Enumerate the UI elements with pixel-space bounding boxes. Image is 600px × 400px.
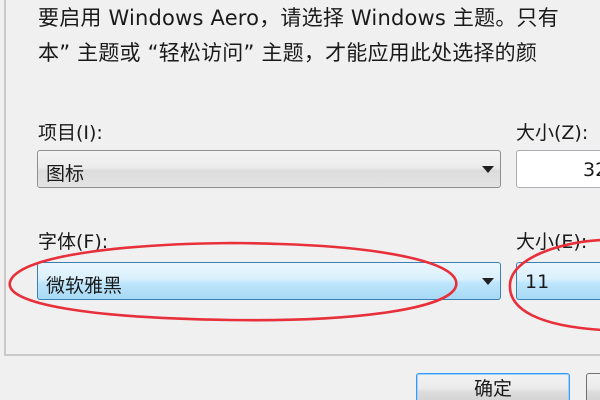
font-dropdown-value: 微软雅黑 (46, 275, 123, 297)
font-size-label: 大小(E): (516, 231, 588, 253)
font-size-value: 11 (525, 271, 550, 293)
item-size-value: 32 (583, 159, 600, 181)
description-line-1: 要启用 Windows Aero，请选择 Windows 主题。只有 (38, 6, 559, 30)
item-dropdown-value: 图标 (46, 163, 85, 185)
cancel-button[interactable] (586, 373, 600, 400)
font-size-dropdown[interactable]: 11 (516, 262, 600, 300)
description-line-2: 本” 主题或 “轻松访问” 主题，才能应用此处选择的颜 (38, 41, 538, 65)
dialog-left-border (4, 0, 6, 356)
ok-button[interactable]: 确定 (416, 373, 570, 400)
chevron-down-icon (482, 278, 494, 285)
font-dropdown[interactable]: 微软雅黑 (37, 262, 501, 300)
item-dropdown[interactable]: 图标 (37, 150, 501, 188)
dialog-bottom-border (4, 354, 600, 356)
font-label: 字体(F): (38, 231, 109, 253)
item-size-field[interactable]: 32 (516, 150, 600, 188)
window-color-appearance-dialog: 要启用 Windows Aero，请选择 Windows 主题。只有 本” 主题… (0, 0, 600, 400)
item-size-label: 大小(Z): (516, 122, 589, 144)
chevron-down-icon (482, 166, 494, 173)
item-label: 项目(I): (38, 122, 103, 144)
